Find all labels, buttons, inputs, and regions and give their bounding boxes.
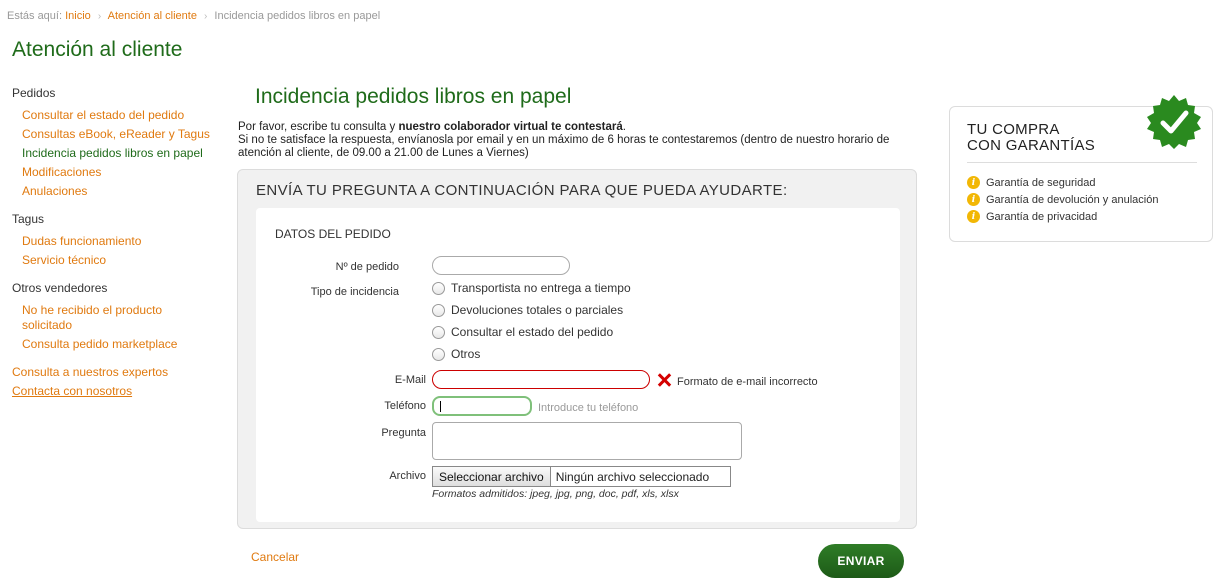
file-input[interactable]: Seleccionar archivo Ningún archivo selec… [432,466,731,487]
radio-button[interactable] [432,303,445,317]
incident-option-label: Otros [451,347,481,361]
error-x-icon [656,372,672,388]
breadcrumb-section-link[interactable]: Atención al cliente [108,10,197,22]
incident-option-otros[interactable]: Otros [432,347,480,361]
email-label: E-Mail [394,374,426,386]
email-error-message: Formato de e-mail incorrecto [677,376,818,388]
breadcrumb-prefix: Estás aquí: [7,10,63,22]
phone-input[interactable] [432,396,532,416]
question-label: Pregunta [381,427,426,439]
guarantee-item-privacy[interactable]: i Garantía de privacidad [967,210,1158,223]
sidebar-group-title: Tagus [12,212,45,226]
guarantee-item-return[interactable]: i Garantía de devolución y anulación [967,193,1158,206]
info-icon: i [967,193,980,206]
phone-hint: Introduce tu teléfono [538,402,639,414]
radio-button[interactable] [432,281,445,295]
select-file-button[interactable]: Seleccionar archivo [433,467,551,486]
incident-option-consultar-estado[interactable]: Consultar el estado del pedido [432,325,613,339]
incident-option-label: Consultar el estado del pedido [451,325,614,339]
guarantee-title: TU COMPRA CON GARANTÍAS [967,122,1095,154]
sidebar-item-anulaciones[interactable]: Anulaciones [22,184,87,198]
phone-label: Teléfono [384,400,426,412]
guarantee-item-label: Garantía de privacidad [986,210,1098,223]
intro-line1-pre: Por favor, escribe tu consulta y [238,121,399,133]
main-title: Incidencia pedidos libros en papel [255,85,572,108]
intro-line1-bold: nuestro colaborador virtual te contestar… [398,121,623,133]
allowed-formats: Formatos admitidos: jpeg, jpg, png, doc,… [432,488,679,500]
sidebar-item-servicio-tecnico[interactable]: Servicio técnico [22,253,106,267]
sidebar-item-consultar-estado[interactable]: Consultar el estado del pedido [22,108,184,122]
sidebar-group-otros-vendedores: Otros vendedores No he recibido el produ… [12,281,222,352]
breadcrumb-separator: › [204,11,208,22]
checkmark-seal-icon [1147,95,1201,149]
incident-option-devoluciones[interactable]: Devoluciones totales o parciales [432,303,623,317]
section-title: DATOS DEL PEDIDO [275,227,391,241]
guarantee-item-label: Garantía de seguridad [986,176,1096,189]
info-icon: i [967,210,980,223]
info-icon: i [967,176,980,189]
guarantee-list: i Garantía de seguridad i Garantía de devo… [967,176,1158,227]
breadcrumb: Estás aquí: Inicio › Atención al cliente… [7,10,380,22]
cancel-link[interactable]: Cancelar [251,550,299,564]
breadcrumb-separator: › [97,11,102,22]
email-input[interactable] [432,370,650,389]
intro-line2: Si no te satisface la respuesta, envíano… [238,134,890,159]
form-heading: ENVÍA TU PREGUNTA A CONTINUACIÓN PARA QU… [256,182,788,199]
sidebar-item-modificaciones[interactable]: Modificaciones [22,165,101,179]
form-inner: DATOS DEL PEDIDO Nº de pedido Tipo de in… [256,208,900,522]
text-caret [440,401,441,412]
question-textarea[interactable] [432,422,742,460]
guarantee-item-security[interactable]: i Garantía de seguridad [967,176,1158,189]
radio-button[interactable] [432,347,445,361]
file-label: Archivo [389,470,426,482]
order-number-input[interactable] [432,256,570,275]
file-status: Ningún archivo seleccionado [555,469,710,484]
breadcrumb-home-link[interactable]: Inicio [65,10,91,22]
sidebar-group-title: Otros vendedores [12,281,108,295]
intro-line1-post: . [622,121,626,133]
radio-button[interactable] [432,325,445,339]
guarantee-title-line1: TU COMPRA [967,121,1060,138]
sidebar-item-incidencia-pedidos[interactable]: Incidencia pedidos libros en papel [22,146,203,160]
sidebar-item-consulta-marketplace[interactable]: Consulta pedido marketplace [22,337,177,351]
sidebar-item-consultas-ebook[interactable]: Consultas eBook, eReader y Tagus [22,127,210,141]
sidebar-group-title: Pedidos [12,86,56,100]
sidebar-link-expertos[interactable]: Consulta a nuestros expertos [12,365,222,380]
incident-option-label: Devoluciones totales o parciales [451,303,624,317]
sidebar-link-contacta[interactable]: Contacta con nosotros [12,384,222,399]
sidebar: Pedidos Consultar el estado del pedido C… [12,86,222,403]
sidebar-group-pedidos: Pedidos Consultar el estado del pedido C… [12,86,222,199]
incident-option-label: Transportista no entrega a tiempo [451,281,631,295]
guarantee-item-label: Garantía de devolución y anulación [986,193,1159,206]
send-button[interactable]: ENVIAR [818,544,904,578]
divider [967,162,1197,163]
incident-type-label: Tipo de incidencia [310,286,399,298]
sidebar-group-tagus: Tagus Dudas funcionamiento Servicio técn… [12,212,222,268]
question-form-panel: ENVÍA TU PREGUNTA A CONTINUACIÓN PARA QU… [237,169,917,529]
order-number-label: Nº de pedido [335,261,399,273]
sidebar-item-dudas-funcionamiento[interactable]: Dudas funcionamiento [22,234,141,248]
guarantee-title-line2: CON GARANTÍAS [967,137,1096,154]
breadcrumb-current: Incidencia pedidos libros en papel [214,10,381,22]
sidebar-item-no-recibido[interactable]: No he recibido el producto solicitado [22,303,162,332]
page-title: Atención al cliente [12,38,183,61]
intro-text: Por favor, escribe tu consulta y nuestro… [238,121,928,160]
incident-option-transportista[interactable]: Transportista no entrega a tiempo [432,281,631,295]
